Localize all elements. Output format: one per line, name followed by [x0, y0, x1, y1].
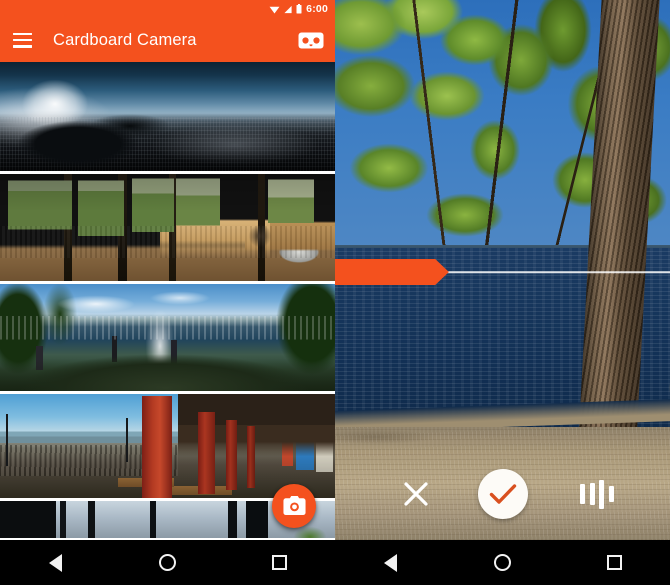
cancel-button[interactable] — [403, 481, 429, 507]
audio-waveform-icon — [608, 486, 614, 502]
cardboard-vr-viewer-icon[interactable] — [298, 31, 324, 49]
audio-waveform-icon — [580, 484, 585, 504]
nav-home-button[interactable] — [480, 540, 524, 585]
capture-progress-indicator — [335, 259, 670, 285]
home-circle-icon — [158, 554, 176, 571]
nav-recents-button[interactable] — [592, 540, 636, 585]
audio-waveform-icon — [599, 479, 604, 509]
status-bar: 6:00 — [0, 0, 335, 18]
recents-square-icon — [271, 555, 287, 570]
list-item[interactable] — [0, 62, 335, 174]
audio-waveform-button[interactable] — [580, 479, 620, 509]
confirm-button[interactable] — [477, 469, 528, 519]
capture-fab-button[interactable] — [272, 484, 316, 528]
android-navigation-bar — [0, 540, 335, 585]
nav-back-button[interactable] — [34, 540, 78, 585]
page-title: Cardboard Camera — [53, 30, 197, 49]
home-circle-icon — [493, 554, 511, 571]
back-triangle-icon — [49, 553, 63, 572]
hamburger-menu-icon[interactable] — [13, 32, 32, 48]
recents-square-icon — [606, 555, 622, 570]
cellular-signal-icon — [284, 5, 292, 13]
nav-recents-button[interactable] — [257, 540, 301, 585]
battery-icon — [296, 4, 302, 14]
screenshot-root: 6:00 Cardboard Camera — [0, 0, 670, 585]
gallery-screen: 6:00 Cardboard Camera — [0, 0, 335, 585]
panorama-thumbnail — [0, 284, 335, 391]
camera-icon — [282, 496, 306, 516]
panorama-thumbnail — [0, 174, 335, 281]
nav-home-button[interactable] — [145, 540, 189, 585]
wifi-icon — [269, 6, 280, 14]
back-triangle-icon — [384, 553, 398, 572]
status-bar-icons — [269, 4, 302, 14]
progress-arrow-fill — [335, 259, 449, 285]
audio-waveform-icon — [589, 483, 595, 505]
close-x-icon — [404, 482, 428, 506]
android-navigation-bar — [335, 540, 670, 585]
panorama-thumbnail — [0, 62, 335, 171]
status-bar-clock: 6:00 — [306, 2, 328, 15]
list-item[interactable] — [0, 284, 335, 394]
check-icon — [489, 484, 516, 504]
panorama-thumbnail — [0, 394, 335, 498]
app-bar: Cardboard Camera — [0, 18, 335, 62]
review-controls — [335, 466, 670, 522]
nav-back-button[interactable] — [369, 540, 413, 585]
list-item[interactable] — [0, 174, 335, 284]
capture-review-screen — [335, 0, 670, 585]
